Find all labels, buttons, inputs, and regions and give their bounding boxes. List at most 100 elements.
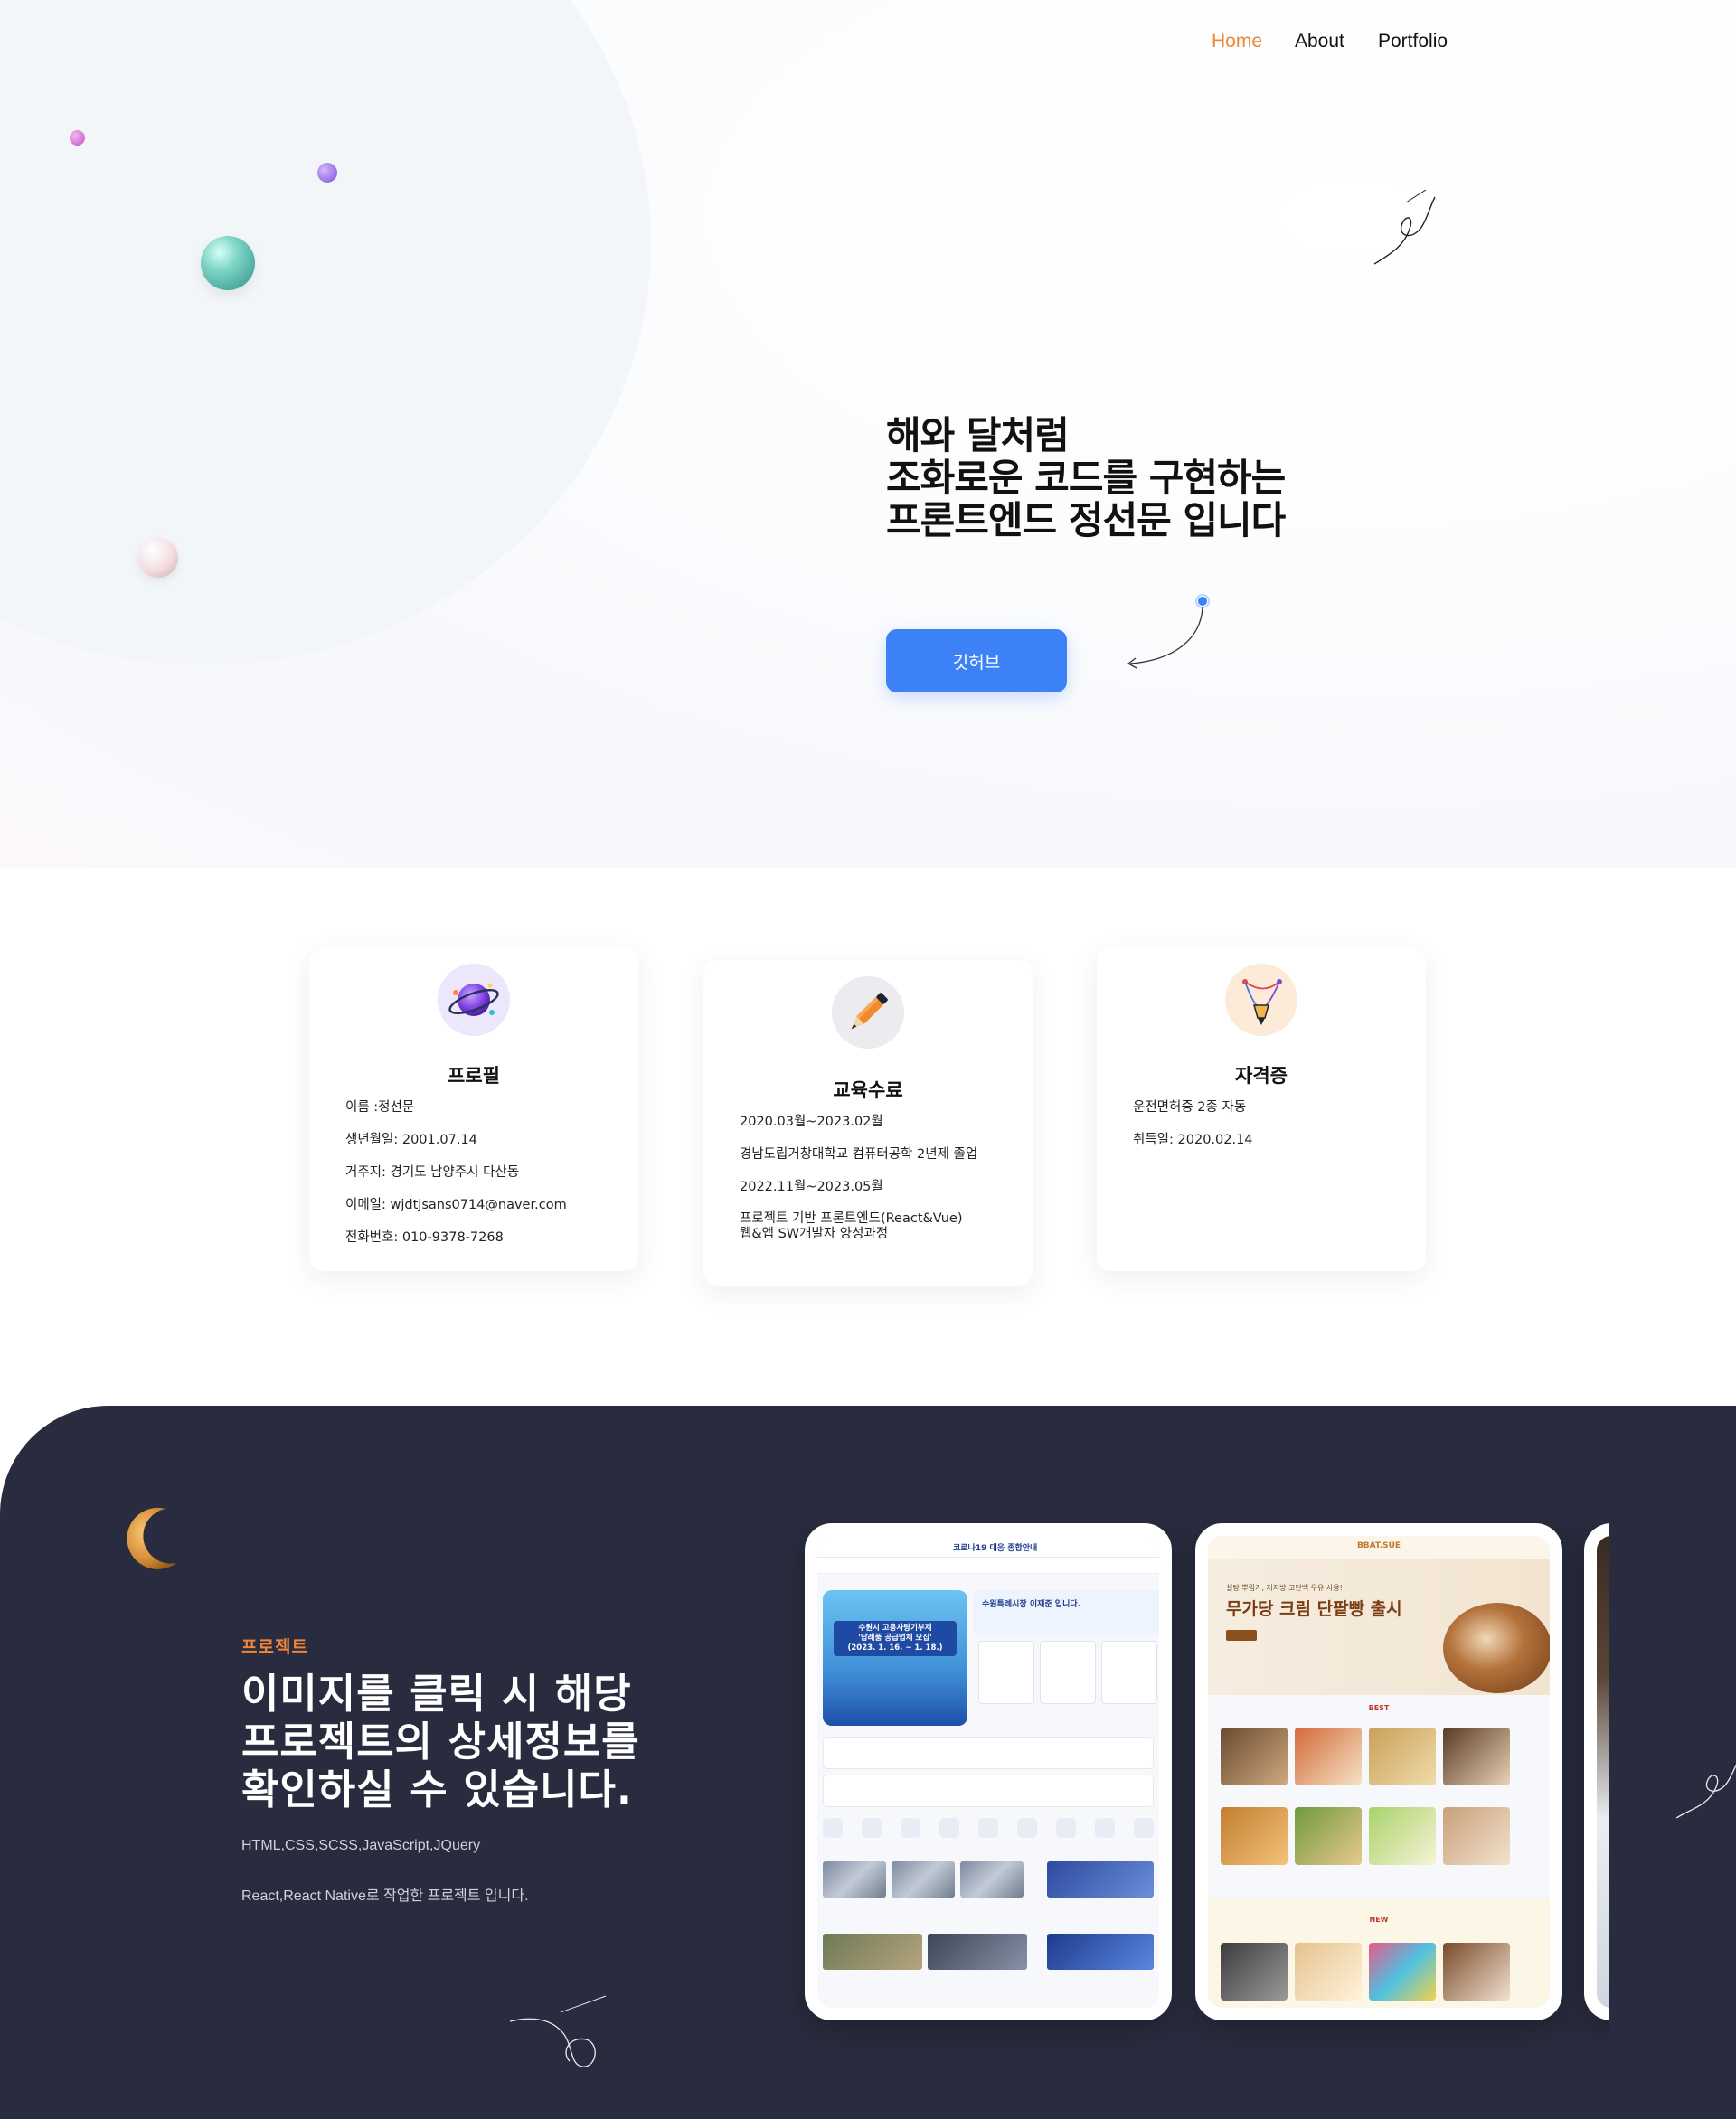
nav-home[interactable]: Home <box>1212 31 1262 52</box>
projects-title-line-3: 확인하실 수 있습니다. <box>241 1766 634 1813</box>
project-2-best-label: BEST <box>1368 1704 1390 1712</box>
service-icon <box>1017 1818 1037 1838</box>
profile-address: 거주지: 경기도 남양주시 다산동 <box>345 1165 520 1180</box>
product-tile <box>1221 1943 1288 2001</box>
profile-details: 이름 :정선문 생년월일: 2001.07.14 거주지: 경기도 남양주시 다… <box>345 1099 567 1262</box>
education-course-line-1: 프로젝트 기반 프론트엔드(React&Vue) <box>740 1211 963 1226</box>
project-1-banner-line-3: (2023. 1. 16. ~ 1. 18.) <box>847 1643 943 1653</box>
moon-icon <box>127 1507 176 1569</box>
project-2-header: BBAT.SUE <box>1208 1536 1550 1559</box>
service-icon <box>901 1818 920 1838</box>
project-1-photo <box>1047 1861 1154 1898</box>
education-period-1: 2020.03월~2023.02월 <box>740 1115 883 1129</box>
project-1-photo <box>928 1934 1027 1970</box>
planet-icon <box>438 964 510 1036</box>
nav-about[interactable]: About <box>1295 31 1344 52</box>
product-tile <box>1221 1728 1288 1785</box>
project-2-hero-subtext: 설탕 뿌림가, 저지방 고단백 우유 사용! <box>1226 1584 1343 1592</box>
project-1-banner-text: 수원시 고용사랑기부제 '답례품 공급업체 모집' (2023. 1. 16. … <box>834 1621 957 1656</box>
project-2-new-label: NEW <box>1369 1916 1389 1924</box>
hero-title-line-2: 조화로운 코드를 구현하는 <box>886 456 1286 500</box>
product-tile <box>1295 1807 1362 1865</box>
project-2-logo: BBAT.SUE <box>1356 1541 1401 1550</box>
github-button[interactable]: 깃허브 <box>886 629 1067 692</box>
product-tile <box>1443 1728 1510 1785</box>
certificate-card: 자격증 운전면허증 2종 자동 취득일: 2020.02.14 <box>1097 947 1426 1271</box>
profile-birthdate: 생년월일: 2001.07.14 <box>345 1133 477 1147</box>
projects-description: React,React Native로 작업한 프로젝트 입니다. <box>241 1888 529 1904</box>
product-tile <box>1221 1807 1288 1865</box>
project-1-subnav <box>817 1558 1159 1574</box>
service-icon <box>823 1818 843 1838</box>
project-1-banner <box>823 1590 967 1726</box>
project-1-icon-row <box>823 1818 1154 1845</box>
project-2-hero-button <box>1226 1630 1257 1641</box>
product-tile <box>1295 1943 1362 2001</box>
service-icon <box>939 1818 959 1838</box>
education-school: 경남도립거창대학교 컴퓨터공학 2년제 졸업 <box>740 1147 978 1162</box>
projects-tech-stack: HTML,CSS,SCSS,JavaScript,JQuery <box>241 1838 481 1853</box>
service-icon <box>1134 1818 1154 1838</box>
hero-title-line-3: 프론트엔드 정선문 입니다 <box>886 498 1286 542</box>
projects-title-line-1: 이미지를 클릭 시 해당 <box>241 1670 632 1718</box>
decorative-circle <box>0 0 651 665</box>
project-1-photo <box>892 1861 955 1898</box>
pink-sphere <box>70 130 85 146</box>
product-tile <box>1443 1807 1510 1865</box>
service-icon <box>862 1818 882 1838</box>
project-1-banner-line-1: 수원시 고용사랑기부제 <box>858 1624 932 1633</box>
profile-email: 이메일: wjdtjsans0714@naver.com <box>345 1198 567 1212</box>
product-tile <box>1443 1943 1510 2001</box>
project-1-news-card <box>1040 1641 1096 1704</box>
nav-portfolio[interactable]: Portfolio <box>1378 31 1448 52</box>
project-1-photo <box>823 1934 922 1970</box>
pen-tool-icon <box>1225 964 1297 1036</box>
product-tile <box>1369 1943 1436 2001</box>
service-icon <box>1056 1818 1076 1838</box>
project-1-news-card <box>978 1641 1034 1704</box>
education-course-line-2: 웹&앱 SW개발자 양성과정 <box>740 1227 889 1241</box>
education-card: 교육수료 2020.03월~2023.02월 경남도립거창대학교 컴퓨터공학 2… <box>703 960 1033 1286</box>
project-1-news-card <box>1101 1641 1157 1704</box>
projects-eyebrow: 프로젝트 <box>241 1637 308 1657</box>
project-1-photo <box>823 1861 886 1898</box>
project-2-hero-title: 무가당 크림 단팥빵 출시 <box>1226 1599 1402 1619</box>
project-1-info-row <box>823 1737 1154 1769</box>
project-2-hero <box>1208 1559 1550 1695</box>
project-1-photo <box>960 1861 1024 1898</box>
project-card-bakery[interactable]: BBAT.SUE 설탕 뿌림가, 저지방 고단백 우유 사용! 무가당 크림 단… <box>1195 1523 1562 2020</box>
certificate-title: 자격증 <box>1235 1065 1288 1087</box>
product-tile <box>1295 1728 1362 1785</box>
project-1-header: 코로나19 대응 종합안내 <box>817 1536 1159 1558</box>
pencil-icon <box>832 976 904 1049</box>
education-course: 프로젝트 기반 프론트엔드(React&Vue) 웹&앱 SW개발자 양성과정 <box>740 1211 977 1251</box>
project-1-banner-line-2: '답례품 공급업체 모집' <box>858 1634 932 1643</box>
projects-section: 프로젝트 이미지를 클릭 시 해당 프로젝트의 상세정보를 확인하실 수 있습니… <box>0 1406 1736 2119</box>
project-1-photo <box>1047 1934 1154 1970</box>
profile-title: 프로필 <box>448 1065 500 1087</box>
hero-title-line-1: 해와 달처럼 <box>886 413 1070 457</box>
portfolio-page: Home About Portfolio 해와 달처럼 조화로운 코드를 구현하… <box>0 0 1736 2119</box>
profile-phone: 전화번호: 010-9378-7268 <box>345 1230 504 1245</box>
projects-title-line-2: 프로젝트의 상세정보를 <box>241 1718 640 1766</box>
certificate-details: 운전면허증 2종 자동 취득일: 2020.02.14 <box>1133 1099 1253 1164</box>
projects-title: 이미지를 클릭 시 해당 프로젝트의 상세정보를 확인하실 수 있습니다. <box>241 1670 640 1813</box>
project-1-info-row <box>823 1775 1154 1807</box>
squiggle-decoration <box>1373 190 1436 265</box>
product-tile <box>1369 1728 1436 1785</box>
hero-title: 해와 달처럼 조화로운 코드를 구현하는 프론트엔드 정선문 입니다 <box>886 413 1286 542</box>
project-2-hero-bread <box>1443 1603 1550 1693</box>
teal-sphere <box>201 236 255 290</box>
top-nav: Home About Portfolio <box>0 31 1736 58</box>
profile-card: 프로필 이름 :정선문 생년월일: 2001.07.14 거주지: 경기도 남양… <box>309 947 638 1271</box>
education-details: 2020.03월~2023.02월 경남도립거창대학교 컴퓨터공학 2년제 졸업… <box>740 1114 977 1251</box>
service-icon <box>978 1818 998 1838</box>
curved-arrow-icon <box>1127 594 1210 669</box>
education-title: 교육수료 <box>833 1079 903 1101</box>
project-card-suwon[interactable]: 코로나19 대응 종합안내 수원시 고용사랑기부제 '답례품 공급업체 모집' … <box>805 1523 1172 2020</box>
product-tile <box>1369 1807 1436 1865</box>
squiggle-decoration <box>509 1995 607 2067</box>
certificate-license: 운전면허증 2종 자동 <box>1133 1100 1247 1115</box>
profile-name: 이름 :정선문 <box>345 1100 415 1115</box>
service-icon <box>1095 1818 1115 1838</box>
